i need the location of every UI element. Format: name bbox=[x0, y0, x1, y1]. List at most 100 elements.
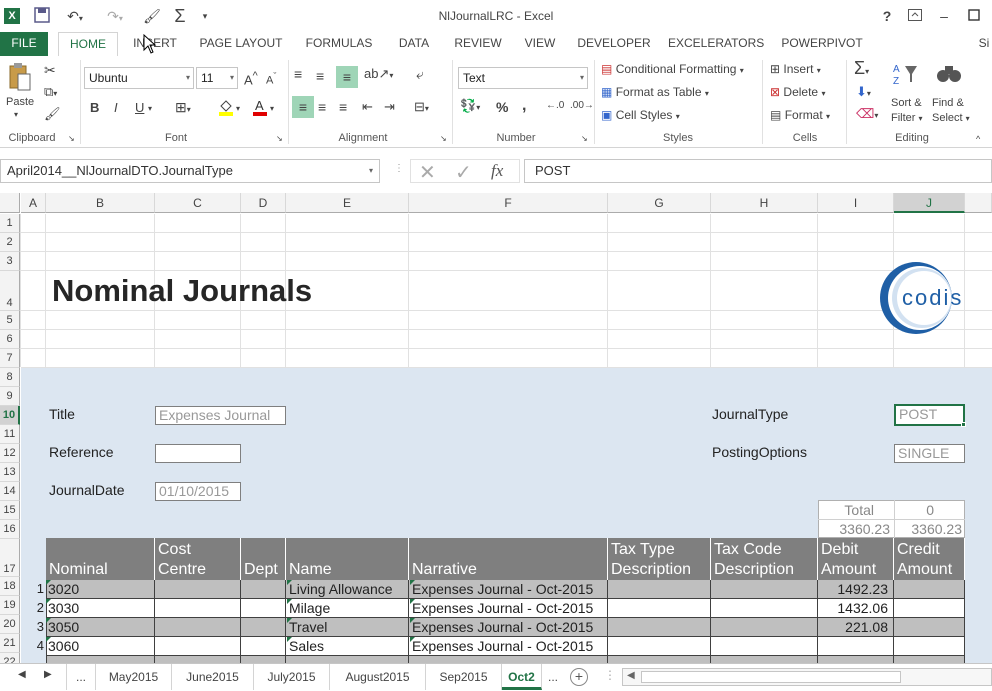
row-header-15[interactable]: 15 bbox=[0, 501, 20, 520]
enter-formula-icon[interactable]: ✓ bbox=[455, 160, 472, 185]
table-cell[interactable] bbox=[894, 637, 965, 656]
fill-handle[interactable] bbox=[961, 422, 966, 427]
align-center-icon[interactable]: ≡ bbox=[318, 99, 326, 115]
sheet-tab-more-left[interactable]: ... bbox=[66, 664, 96, 690]
row-header-1[interactable]: 1 bbox=[0, 214, 20, 233]
table-cell[interactable] bbox=[711, 580, 818, 599]
header-debit[interactable]: Debit Amount bbox=[818, 538, 894, 580]
paste-icon[interactable] bbox=[8, 62, 32, 92]
font-color-dropdown-icon[interactable]: ▾ bbox=[270, 104, 274, 113]
sort-filter-button[interactable]: Sort & Filter ▾ bbox=[891, 96, 923, 126]
scrollbar-thumb[interactable] bbox=[641, 671, 901, 683]
table-cell[interactable] bbox=[241, 637, 286, 656]
increase-indent-icon[interactable]: ⇥ bbox=[384, 99, 395, 115]
row-header-2[interactable]: 2 bbox=[0, 233, 20, 252]
tab-file[interactable]: FILE bbox=[0, 32, 48, 56]
header-credit[interactable]: Credit Amount bbox=[894, 538, 965, 580]
paste-dropdown-icon[interactable]: ▾ bbox=[14, 110, 18, 119]
percent-style-button[interactable]: % bbox=[496, 99, 508, 115]
sheet-tab-sep2015[interactable]: Sep2015 bbox=[426, 664, 502, 690]
header-tax-type[interactable]: Tax Type Description bbox=[608, 538, 711, 580]
number-format-dropdown[interactable]: Text ▾ bbox=[458, 67, 588, 89]
header-nominal[interactable]: Nominal bbox=[46, 538, 155, 580]
table-cell[interactable] bbox=[894, 656, 965, 663]
column-header-a[interactable]: A bbox=[21, 193, 46, 213]
table-cell[interactable] bbox=[241, 580, 286, 599]
fill-color-dropdown-icon[interactable]: ▾ bbox=[236, 104, 240, 113]
ribbon-display-icon[interactable] bbox=[906, 7, 924, 25]
journaltype-input[interactable]: POST bbox=[894, 404, 965, 426]
underline-button[interactable]: U bbox=[135, 100, 144, 115]
table-cell[interactable] bbox=[155, 618, 241, 637]
align-left-icon[interactable]: ≡ bbox=[292, 96, 314, 118]
row-header-18[interactable]: 18 bbox=[0, 577, 20, 596]
row-header-13[interactable]: 13 bbox=[0, 463, 20, 482]
table-cell[interactable] bbox=[711, 656, 818, 663]
table-cell[interactable] bbox=[818, 656, 894, 663]
table-cell[interactable] bbox=[711, 618, 818, 637]
table-cell[interactable] bbox=[241, 599, 286, 618]
increase-decimal-icon[interactable]: ←.0 bbox=[546, 100, 564, 111]
shrink-font-icon[interactable]: Aˇ bbox=[266, 71, 276, 87]
column-header-g[interactable]: G bbox=[608, 193, 711, 213]
journaldate-input[interactable]: 01/10/2015 bbox=[155, 482, 241, 501]
table-cell[interactable] bbox=[155, 656, 241, 663]
table-cell[interactable] bbox=[155, 599, 241, 618]
table-cell[interactable] bbox=[409, 656, 608, 663]
tab-review[interactable]: REVIEW bbox=[452, 32, 504, 56]
restore-icon[interactable] bbox=[965, 7, 983, 25]
find-select-button[interactable]: Find & Select ▾ bbox=[932, 96, 970, 126]
collapse-ribbon-icon[interactable]: ^ bbox=[976, 134, 980, 144]
row-header-6[interactable]: 6 bbox=[0, 330, 20, 349]
row-header-20[interactable]: 20 bbox=[0, 615, 20, 634]
name-box[interactable]: April2014__NlJournalDTO.JournalType ▾ bbox=[0, 159, 380, 183]
column-header-f[interactable]: F bbox=[409, 193, 608, 213]
tab-view[interactable]: VIEW bbox=[520, 32, 560, 56]
cancel-formula-icon[interactable]: ✕ bbox=[419, 160, 436, 185]
table-cell[interactable] bbox=[894, 580, 965, 599]
row-header-9[interactable]: 9 bbox=[0, 387, 20, 406]
tab-excelerators[interactable]: EXCELERATORS bbox=[668, 32, 764, 56]
format-painter-icon[interactable]: 🖌 bbox=[44, 106, 61, 122]
accounting-format-icon[interactable]: 💱▾ bbox=[460, 98, 480, 114]
column-header-c[interactable]: C bbox=[155, 193, 241, 213]
tab-data[interactable]: DATA bbox=[392, 32, 436, 56]
tab-page-layout[interactable]: PAGE LAYOUT bbox=[196, 32, 286, 56]
row-header-12[interactable]: 12 bbox=[0, 444, 20, 463]
table-cell[interactable] bbox=[711, 599, 818, 618]
table-cell[interactable] bbox=[46, 656, 155, 663]
decrease-decimal-icon[interactable]: .00→ bbox=[570, 100, 594, 111]
tab-formulas[interactable]: FORMULAS bbox=[302, 32, 376, 56]
align-middle-icon[interactable]: ≡ bbox=[316, 68, 324, 84]
table-cell[interactable] bbox=[155, 637, 241, 656]
decrease-indent-icon[interactable]: ⇤ bbox=[362, 99, 373, 115]
number-launcher-icon[interactable]: ↘ bbox=[581, 134, 588, 143]
clipboard-launcher-icon[interactable]: ↘ bbox=[68, 134, 75, 143]
borders-icon[interactable]: ⊞▾ bbox=[175, 99, 191, 116]
minimize-icon[interactable]: – bbox=[935, 7, 953, 25]
table-cell[interactable] bbox=[894, 599, 965, 618]
table-cell[interactable] bbox=[241, 656, 286, 663]
merge-center-icon[interactable]: ⊟▾ bbox=[414, 99, 429, 115]
insert-function-icon[interactable]: fx bbox=[491, 161, 503, 181]
formula-input[interactable]: POST bbox=[524, 159, 992, 183]
row-header-14[interactable]: 14 bbox=[0, 482, 20, 501]
row-header-11[interactable]: 11 bbox=[0, 425, 20, 444]
title-input[interactable]: Expenses Journal bbox=[155, 406, 286, 425]
header-dept[interactable]: Dept bbox=[241, 538, 286, 580]
italic-button[interactable]: I bbox=[114, 100, 118, 115]
underline-dropdown-icon[interactable]: ▾ bbox=[148, 104, 152, 113]
sheet-tab-may2015[interactable]: May2015 bbox=[96, 664, 172, 690]
header-name[interactable]: Name bbox=[286, 538, 409, 580]
bold-button[interactable]: B bbox=[90, 100, 99, 115]
table-cell[interactable] bbox=[608, 618, 711, 637]
format-as-table-button[interactable]: ▦ Format as Table ▾ bbox=[601, 85, 709, 99]
row-header-5[interactable]: 5 bbox=[0, 311, 20, 330]
paste-button[interactable]: Paste bbox=[6, 96, 34, 108]
grow-font-icon[interactable]: A^ bbox=[244, 70, 258, 87]
fill-icon[interactable]: ⬇▾ bbox=[856, 84, 871, 100]
find-select-icon[interactable] bbox=[936, 62, 962, 89]
row-header-10[interactable]: 10 bbox=[0, 406, 20, 425]
column-header-j[interactable]: J bbox=[894, 193, 965, 213]
row-header-7[interactable]: 7 bbox=[0, 349, 20, 368]
